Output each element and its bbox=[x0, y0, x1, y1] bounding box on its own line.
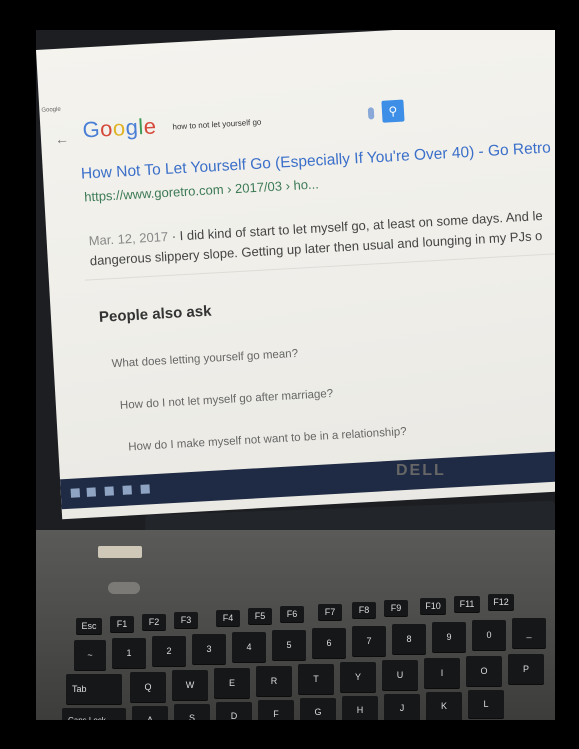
key-f3[interactable]: F3 bbox=[174, 612, 198, 628]
power-button[interactable] bbox=[108, 582, 140, 594]
key-f10[interactable]: F10 bbox=[420, 598, 446, 614]
store-icon[interactable] bbox=[122, 485, 132, 495]
key-f6[interactable]: F6 bbox=[280, 606, 304, 622]
key-i[interactable]: I bbox=[424, 658, 460, 688]
key-f2[interactable]: F2 bbox=[142, 614, 166, 630]
key-e[interactable]: E bbox=[214, 668, 250, 698]
key-esc[interactable]: Esc bbox=[76, 618, 102, 634]
key-6[interactable]: 6 bbox=[312, 628, 346, 658]
key-o[interactable]: O bbox=[466, 656, 502, 686]
key-t[interactable]: T bbox=[298, 664, 334, 694]
key-g[interactable]: G bbox=[300, 698, 336, 720]
key-f5[interactable]: F5 bbox=[248, 608, 272, 624]
key-k[interactable]: K bbox=[426, 692, 462, 720]
key-w[interactable]: W bbox=[172, 670, 208, 700]
result-date: Mar. 12, 2017 bbox=[88, 228, 169, 249]
search-icon: ⚲ bbox=[388, 103, 398, 119]
key-f7[interactable]: F7 bbox=[318, 604, 342, 620]
key-tilde[interactable]: ~ bbox=[74, 640, 106, 670]
browser-icon[interactable] bbox=[140, 484, 150, 494]
paa-question[interactable]: How do I not let myself go after marriag… bbox=[120, 388, 334, 412]
key-3[interactable]: 3 bbox=[192, 634, 226, 664]
search-input[interactable]: how to not let yourself go bbox=[172, 118, 261, 132]
key-j[interactable]: J bbox=[384, 694, 420, 720]
logo-letter: e bbox=[143, 113, 158, 140]
paa-question[interactable]: What does letting yourself go mean? bbox=[111, 348, 298, 370]
key-s[interactable]: S bbox=[174, 704, 210, 720]
key-p[interactable]: P bbox=[508, 654, 544, 684]
logo-letter: G bbox=[81, 116, 101, 143]
key-f4[interactable]: F4 bbox=[216, 610, 240, 626]
browser-tab-label[interactable]: Google bbox=[41, 107, 61, 114]
key-f[interactable]: F bbox=[258, 700, 294, 720]
key-caps-lock[interactable]: Caps Lock bbox=[62, 708, 126, 720]
key-8[interactable]: 8 bbox=[392, 624, 426, 654]
mic-icon[interactable] bbox=[367, 107, 375, 120]
hinge-clip bbox=[98, 546, 142, 558]
key-l[interactable]: L bbox=[468, 690, 504, 718]
windows-start-icon[interactable] bbox=[70, 488, 81, 498]
key-u[interactable]: U bbox=[382, 660, 418, 690]
key-tab[interactable]: Tab bbox=[66, 674, 122, 704]
key-f11[interactable]: F11 bbox=[454, 596, 480, 612]
key-f12[interactable]: F12 bbox=[488, 594, 514, 610]
paa-question[interactable]: How do I make myself not want to be in a… bbox=[128, 426, 407, 454]
key-y[interactable]: Y bbox=[340, 662, 376, 692]
key-5[interactable]: 5 bbox=[272, 630, 306, 660]
dell-logo: DELL bbox=[396, 462, 446, 479]
people-also-ask-heading: People also ask bbox=[98, 302, 212, 326]
key-7[interactable]: 7 bbox=[352, 626, 386, 656]
key-a[interactable]: A bbox=[132, 706, 168, 720]
key-minus[interactable]: _ bbox=[512, 618, 546, 648]
result-snippet: Mar. 12, 2017 · I did kind of start to l… bbox=[88, 202, 555, 271]
key-1[interactable]: 1 bbox=[112, 638, 146, 668]
back-arrow-icon[interactable]: ← bbox=[55, 130, 70, 147]
laptop-photo: Google ← Google how to not let yourself … bbox=[36, 30, 555, 720]
key-2[interactable]: 2 bbox=[152, 636, 186, 666]
key-0[interactable]: 0 bbox=[472, 620, 506, 650]
file-explorer-icon[interactable] bbox=[104, 486, 114, 496]
key-f9[interactable]: F9 bbox=[384, 600, 408, 616]
search-button[interactable]: ⚲ bbox=[381, 99, 405, 123]
key-d[interactable]: D bbox=[216, 702, 252, 720]
key-q[interactable]: Q bbox=[130, 672, 166, 702]
key-r[interactable]: R bbox=[256, 666, 292, 696]
laptop-screen: Google ← Google how to not let yourself … bbox=[36, 30, 555, 520]
key-f1[interactable]: F1 bbox=[110, 616, 134, 632]
key-9[interactable]: 9 bbox=[432, 622, 466, 652]
task-view-icon[interactable] bbox=[86, 487, 97, 497]
key-f8[interactable]: F8 bbox=[352, 602, 376, 618]
key-h[interactable]: H bbox=[342, 696, 378, 720]
key-4[interactable]: 4 bbox=[232, 632, 266, 662]
google-logo[interactable]: Google bbox=[82, 113, 157, 143]
